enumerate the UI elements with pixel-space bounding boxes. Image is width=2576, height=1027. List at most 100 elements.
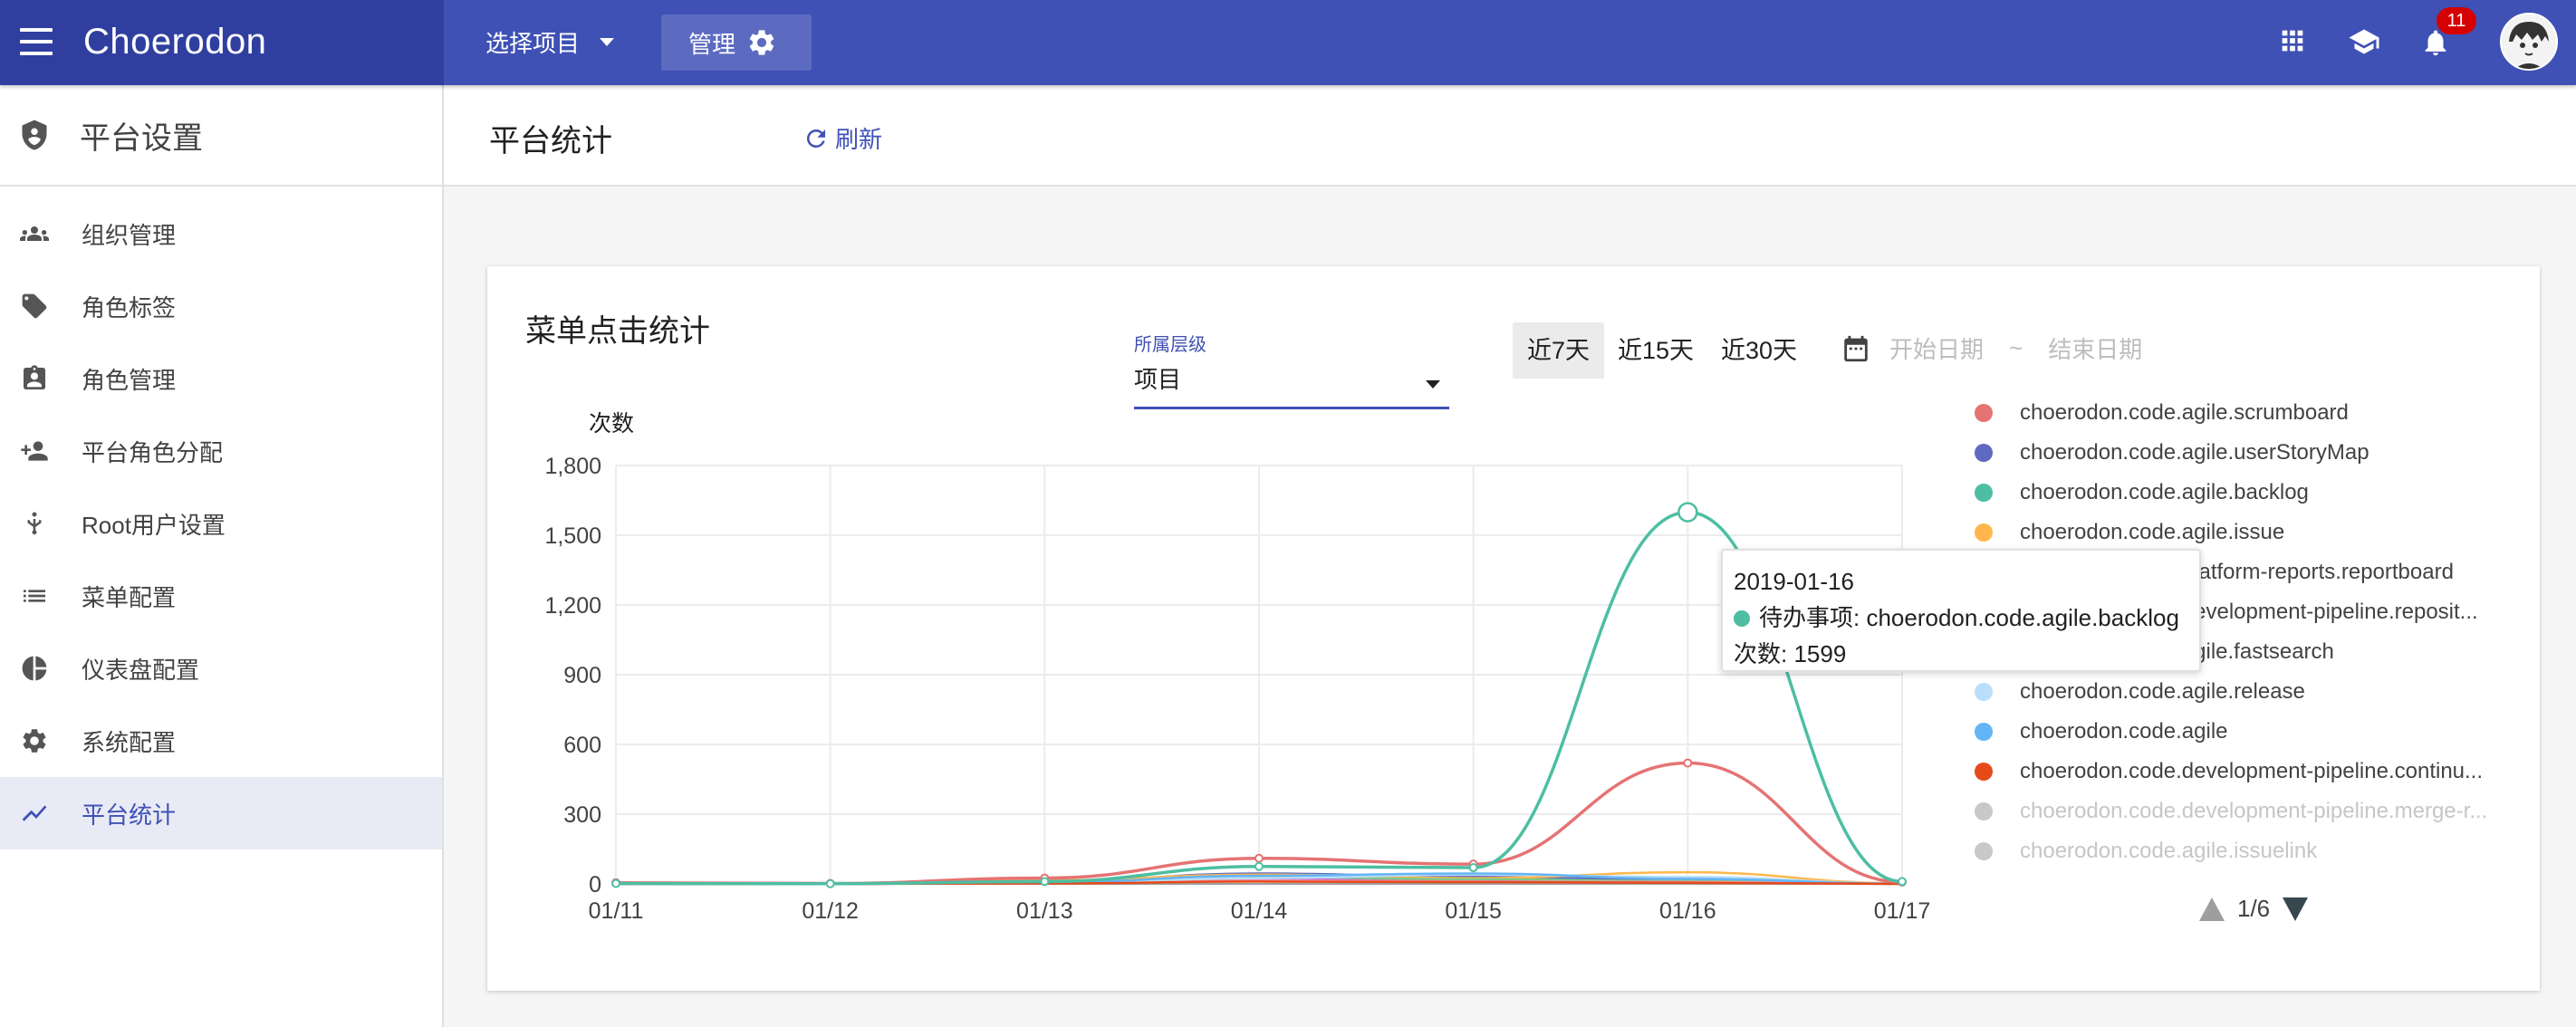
y-axis-label: 次数 [589, 411, 634, 437]
legend-pager: 1/6 [2199, 895, 2309, 923]
school-icon[interactable] [2346, 25, 2382, 58]
legend-swatch [1975, 404, 1993, 422]
refresh-icon [806, 129, 825, 148]
legend-item[interactable]: choerodon.code.agile.userStoryMap [1969, 433, 2531, 473]
sidebar-item-label: 角色管理 [82, 366, 177, 394]
legend-swatch [1975, 763, 1993, 781]
y-tick-label: 900 [563, 663, 601, 688]
legend-item[interactable]: choerodon.code.agile [1969, 712, 2531, 752]
data-point [1254, 853, 1264, 863]
top-bar: Choerodon 选择项目 管理 11 [0, 0, 2576, 85]
legend-swatch [1975, 802, 1993, 821]
sidebar-item-label: 仪表盘配置 [82, 656, 200, 684]
y-tick-label: 1,800 [544, 454, 601, 479]
legend-next-icon[interactable] [2283, 897, 2309, 921]
legend-item[interactable]: choerodon.code.agile.issuelink [1969, 831, 2531, 871]
sidebar-item-dashboard-config[interactable]: 仪表盘配置 [0, 632, 442, 705]
date-range-separator: ~ [2009, 334, 2023, 361]
shield-icon [22, 120, 47, 150]
legend-item[interactable]: choerodon.code.agile.scrumboard [1969, 393, 2531, 433]
data-point [1683, 758, 1693, 768]
y-tick-label: 0 [589, 872, 601, 897]
brand-name[interactable]: Choerodon [83, 22, 266, 62]
end-date-input[interactable]: 结束日期 [2048, 331, 2142, 365]
sidebar-menu: 组织管理 角色标签 角色管理 平台角色分配 Root用户设置 菜单配置 仪表盘配… [0, 187, 442, 849]
list-icon [24, 590, 45, 602]
legend-item[interactable]: choerodon.code.agile.backlog [1969, 473, 2531, 513]
chevron-down-icon [600, 38, 615, 46]
group-icon [20, 226, 49, 241]
data-point [611, 878, 620, 888]
project-select-label: 选择项目 [485, 30, 581, 57]
role-badge-icon [24, 365, 45, 389]
role-tag-icon [22, 293, 47, 319]
x-tick-label: 01/13 [1016, 898, 1073, 924]
data-point [1040, 877, 1050, 887]
sidebar-item-label: 平台角色分配 [82, 438, 224, 466]
legend-prev-icon[interactable] [2199, 897, 2225, 921]
sidebar-item-role-manage[interactable]: 角色管理 [0, 342, 442, 415]
legend-page-indicator: 1/6 [2237, 895, 2271, 922]
legend-label: choerodon.code.agile.issue [2020, 520, 2285, 544]
sidebar: 平台设置 组织管理 角色标签 角色管理 平台角色分配 Root用户设置 菜单配置 [0, 85, 444, 1027]
brand-area: Choerodon [0, 0, 444, 85]
data-point [1898, 877, 1907, 887]
legend-swatch [1975, 523, 1993, 542]
tooltip-date: 2019-01-16 [1734, 568, 1854, 595]
highlighted-data-point [1677, 502, 1698, 523]
sidebar-item-platform-stats[interactable]: 平台统计 [0, 777, 442, 849]
tooltip-series: 待办事项: choerodon.code.agile.backlog [1734, 600, 2188, 636]
gear-icon [23, 729, 46, 753]
legend-label: choerodon.code.agile [2020, 719, 2228, 744]
project-select[interactable]: 选择项目 [485, 25, 615, 59]
chart-tooltip: 2019-01-16 待办事项: choerodon.code.agile.ba… [1721, 549, 2201, 672]
menu-icon[interactable] [20, 28, 53, 55]
legend-label: choerodon.code.agile.scrumboard [2020, 400, 2349, 425]
refresh-button[interactable]: 刷新 [803, 121, 882, 155]
sidebar-item-label: Root用户设置 [82, 511, 226, 539]
data-point [1254, 861, 1264, 871]
person-add-icon [21, 441, 48, 461]
avatar[interactable] [2500, 13, 2558, 71]
data-point [1468, 863, 1478, 873]
legend-swatch [1975, 683, 1993, 701]
refresh-label: 刷新 [835, 126, 883, 153]
legend-item[interactable]: choerodon.code.agile.issue [1969, 513, 2531, 552]
legend-label: choerodon.code.agile.userStoryMap [2020, 440, 2369, 465]
sidebar-item-menu-config[interactable]: 菜单配置 [0, 560, 442, 632]
page-title: 平台统计 [489, 124, 612, 158]
legend-label: choerodon.code.agile.backlog [2020, 480, 2309, 504]
tooltip-series-label: 待办事项: choerodon.code.agile.backlog [1759, 604, 2179, 631]
x-tick-label: 01/12 [802, 898, 859, 924]
tooltip-count: 次数: 1599 [1734, 640, 1847, 667]
sidebar-item-system-config[interactable]: 系统配置 [0, 705, 442, 777]
x-tick-label: 01/15 [1445, 898, 1502, 924]
legend-label: choerodon.code.agile.release [2020, 679, 2305, 704]
x-tick-label: 01/11 [589, 898, 644, 924]
legend-item[interactable]: choerodon.code.agile.release [1969, 672, 2531, 712]
sidebar-item-label: 角色标签 [82, 293, 177, 322]
legend-label: choerodon.code.agile.issuelink [2020, 839, 2318, 863]
sidebar-item-role-tag[interactable]: 角色标签 [0, 270, 442, 342]
series-color-dot [1734, 610, 1750, 627]
sidebar-item-label: 平台统计 [82, 801, 177, 829]
apps-grid-icon[interactable] [2277, 25, 2308, 56]
legend-label: choerodon.code.development-pipeline.cont… [2020, 759, 2484, 783]
legend-label: choerodon.code.development-pipeline.merg… [2020, 799, 2488, 823]
manage-button[interactable]: 管理 [661, 14, 812, 71]
legend-item[interactable]: choerodon.code.development-pipeline.merg… [1969, 792, 2531, 831]
sidebar-item-org[interactable]: 组织管理 [0, 197, 442, 270]
menu-click-stats-card: 菜单点击统计 所属层级 项目 近7天 近15天 近30天 开始日期 ~ 结束日期… [487, 266, 2540, 991]
legend-item[interactable]: choerodon.code.development-pipeline.cont… [1969, 752, 2531, 792]
x-tick-label: 01/17 [1874, 898, 1931, 924]
data-point [825, 878, 835, 888]
notification-badge: 11 [2437, 7, 2476, 34]
sidebar-item-root-user[interactable]: Root用户设置 [0, 487, 442, 560]
gear-icon [749, 30, 774, 55]
x-tick-label: 01/16 [1659, 898, 1716, 924]
sidebar-item-role-assign[interactable]: 平台角色分配 [0, 415, 442, 487]
root-user-icon [27, 512, 42, 535]
sidebar-item-label: 组织管理 [82, 221, 177, 249]
y-tick-label: 300 [563, 802, 601, 828]
legend-swatch [1975, 444, 1993, 462]
